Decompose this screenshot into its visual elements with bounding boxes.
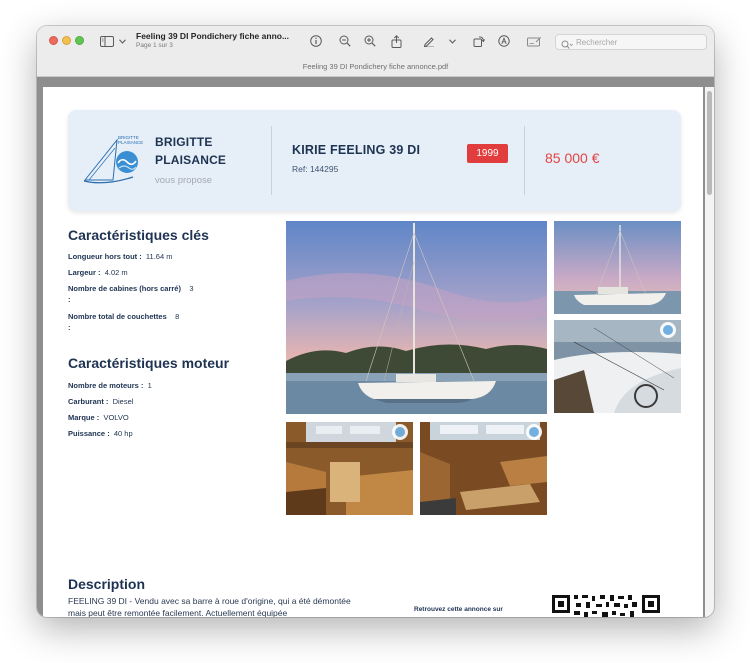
spec-value: 40 hp: [113, 429, 133, 438]
scrollbar-thumb[interactable]: [707, 91, 712, 195]
spec-value: 11.64 m: [145, 252, 173, 261]
photo-saloon-interior[interactable]: [286, 422, 413, 515]
listing-header-card: BRIGITTE PLAISANCE BRIGITTE PLAISANCE vo…: [68, 110, 681, 211]
document-tab: Feeling 39 DI Pondichery fiche annonce.p…: [302, 62, 449, 71]
spec-label: Carburant :: [68, 397, 109, 406]
share-icon[interactable]: [389, 33, 403, 49]
spec-fuel: Carburant : Diesel: [68, 396, 133, 407]
rotate-icon[interactable]: [472, 33, 486, 49]
spec-value: VOLVO: [103, 413, 129, 422]
search-placeholder: Rechercher: [576, 38, 618, 47]
spec-label: Nombre total de couchettes: [68, 312, 167, 321]
spec-value: 4.02 m: [104, 268, 128, 277]
minimize-window-button[interactable]: [62, 36, 71, 45]
pdf-page: BRIGITTE PLAISANCE BRIGITTE PLAISANCE vo…: [43, 87, 703, 617]
spec-label: Marque :: [68, 413, 100, 422]
spec-value: Diesel: [112, 397, 134, 406]
pen-icon[interactable]: [422, 33, 436, 49]
spec-colon: :: [68, 323, 71, 332]
spec-value: 3: [189, 284, 194, 293]
key-specs-title: Caractéristiques clés: [68, 227, 209, 243]
spec-berths: Nombre total de couchettes 8 :: [68, 311, 180, 332]
description-title: Description: [68, 576, 146, 592]
price: 85 000 €: [545, 150, 600, 166]
document-title: Feeling 39 DI Pondichery fiche anno...: [136, 31, 290, 41]
boat-name: KIRIE FEELING 39 DI: [292, 143, 421, 157]
header-divider: [524, 126, 525, 195]
zoom-in-icon[interactable]: [363, 33, 377, 49]
qr-code[interactable]: [552, 595, 664, 617]
page-gutter: [37, 77, 714, 87]
markup-icon[interactable]: [497, 33, 511, 49]
spec-label: Puissance :: [68, 429, 110, 438]
brigitte-plaisance-logo: BRIGITTE PLAISANCE: [83, 134, 145, 191]
form-icon[interactable]: [526, 33, 542, 49]
brand-name-line2: PLAISANCE: [155, 153, 227, 167]
svg-text:PLAISANCE: PLAISANCE: [118, 140, 143, 145]
brand-tagline: vous propose: [155, 175, 213, 186]
qr-caption: Retrouvez cette annonce sur: [414, 606, 503, 613]
spec-beam: Largeur : 4.02 m: [68, 267, 128, 278]
document-viewport[interactable]: BRIGITTE PLAISANCE BRIGITTE PLAISANCE vo…: [37, 87, 714, 617]
search-field[interactable]: Rechercher: [555, 34, 707, 50]
spec-colon: :: [68, 295, 71, 304]
photo-deck-view[interactable]: [554, 320, 681, 413]
photo-cabin-table[interactable]: [420, 422, 547, 515]
description-text: FEELING 39 DI - Vendu avec sa barre à ro…: [68, 596, 351, 617]
chevron-down-icon[interactable]: [118, 33, 126, 49]
search-icon: [561, 37, 573, 55]
page-indicator: Page 1 sur 3: [136, 42, 173, 49]
spec-label: Largeur :: [68, 268, 101, 277]
main-photo-sailboat-sunset[interactable]: [286, 221, 547, 414]
spec-value: 1: [147, 381, 152, 390]
spec-value: 8: [175, 312, 180, 321]
header-divider: [271, 126, 272, 195]
close-window-button[interactable]: [49, 36, 58, 45]
spec-label: Nombre de moteurs :: [68, 381, 144, 390]
spec-label: Longueur hors tout :: [68, 252, 142, 261]
zoom-out-icon[interactable]: [338, 33, 352, 49]
spec-power: Puissance : 40 hp: [68, 428, 133, 439]
spec-length: Longueur hors tout : 11.64 m: [68, 251, 172, 262]
sidebar-icon[interactable]: [100, 33, 114, 49]
zoom-window-button[interactable]: [75, 36, 84, 45]
preview-window: Feeling 39 DI Pondichery fiche anno... P…: [37, 26, 714, 617]
year-badge: 1999: [467, 144, 508, 163]
spec-engine-count: Nombre de moteurs : 1: [68, 380, 152, 391]
vertical-scrollbar[interactable]: [705, 87, 714, 617]
photo-sailboat-moored[interactable]: [554, 221, 681, 314]
info-icon[interactable]: [309, 33, 323, 49]
brand-name-line1: BRIGITTE: [155, 135, 213, 149]
spec-label: Nombre de cabines (hors carré): [68, 284, 181, 293]
boat-ref: Ref: 144295: [292, 164, 339, 174]
spec-brand: Marque : VOLVO: [68, 412, 129, 423]
titlebar: Feeling 39 DI Pondichery fiche anno... P…: [37, 26, 714, 76]
engine-specs-title: Caractéristiques moteur: [68, 355, 230, 371]
spec-cabins: Nombre de cabines (hors carré) 3 :: [68, 283, 194, 304]
chevron-down-icon[interactable]: [448, 33, 456, 49]
